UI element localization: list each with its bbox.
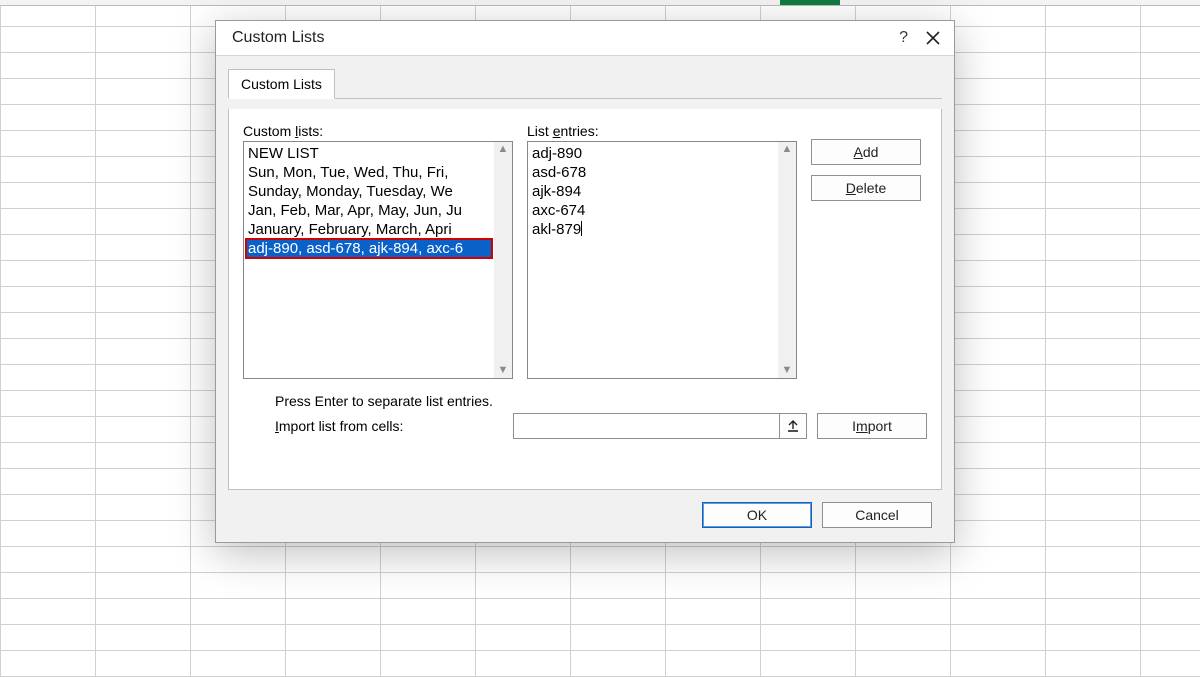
cancel-button[interactable]: Cancel (822, 502, 932, 528)
custom-list-item[interactable]: Sunday, Monday, Tuesday, We (246, 182, 492, 201)
active-cell-indicator (780, 0, 840, 5)
scroll-up-icon[interactable]: ▲ (782, 144, 793, 155)
list-entry-line: adj-890 (532, 144, 774, 163)
custom-list-item[interactable]: Jan, Feb, Mar, Apr, May, Jun, Ju (246, 201, 492, 220)
import-cells-input[interactable] (513, 413, 779, 439)
tabstrip: Custom Lists (228, 68, 942, 99)
custom-lists-dialog: Custom Lists ? Custom Lists Custom lists… (215, 20, 955, 543)
tab-custom-lists[interactable]: Custom Lists (228, 69, 335, 99)
window-controls: ? (899, 30, 940, 46)
list-entries-label: List entries: (527, 123, 797, 139)
sheet-top-bar (0, 0, 1200, 6)
custom-list-item[interactable]: Sun, Mon, Tue, Wed, Thu, Fri, (246, 163, 492, 182)
add-button[interactable]: Add (811, 139, 921, 165)
dialog-footer: OK Cancel (228, 490, 942, 528)
dialog-body: Custom Lists Custom lists: NEW LISTSun, … (216, 55, 954, 542)
delete-button[interactable]: Delete (811, 175, 921, 201)
range-picker-button[interactable] (779, 413, 807, 439)
custom-list-item[interactable]: NEW LIST (246, 144, 492, 163)
custom-lists-label: Custom lists: (243, 123, 513, 139)
scroll-up-icon[interactable]: ▲ (498, 144, 509, 155)
collapse-dialog-icon (786, 419, 800, 433)
close-button[interactable] (926, 31, 940, 45)
list-entry-line: akl-879 (532, 220, 774, 239)
import-cell-reference (513, 413, 807, 439)
scrollbar[interactable]: ▲ ▼ (778, 142, 796, 378)
import-label: Import list from cells: (275, 418, 503, 434)
scrollbar[interactable]: ▲ ▼ (494, 142, 512, 378)
list-entry-line: axc-674 (532, 201, 774, 220)
ok-button[interactable]: OK (702, 502, 812, 528)
close-icon (926, 31, 940, 45)
hint-text: Press Enter to separate list entries. (275, 393, 927, 409)
list-entries-textarea[interactable]: adj-890asd-678ajk-894axc-674akl-879 ▲ ▼ (527, 141, 797, 379)
import-button[interactable]: Import (817, 413, 927, 439)
import-row: Import list from cells: Import (243, 413, 927, 439)
custom-list-item[interactable]: January, February, March, Apri (246, 220, 492, 239)
help-button[interactable]: ? (899, 30, 908, 46)
dialog-title: Custom Lists (232, 29, 324, 47)
side-buttons: Add Delete (811, 139, 921, 201)
list-entry-line: ajk-894 (532, 182, 774, 201)
list-entry-line: asd-678 (532, 163, 774, 182)
tab-panel: Custom lists: NEW LISTSun, Mon, Tue, Wed… (228, 109, 942, 490)
scroll-down-icon[interactable]: ▼ (782, 365, 793, 376)
scroll-down-icon[interactable]: ▼ (498, 365, 509, 376)
custom-lists-listbox[interactable]: NEW LISTSun, Mon, Tue, Wed, Thu, Fri,Sun… (243, 141, 513, 379)
text-caret (581, 221, 582, 236)
titlebar: Custom Lists ? (216, 21, 954, 55)
custom-list-item[interactable]: adj-890, asd-678, ajk-894, axc-6 (246, 239, 492, 258)
